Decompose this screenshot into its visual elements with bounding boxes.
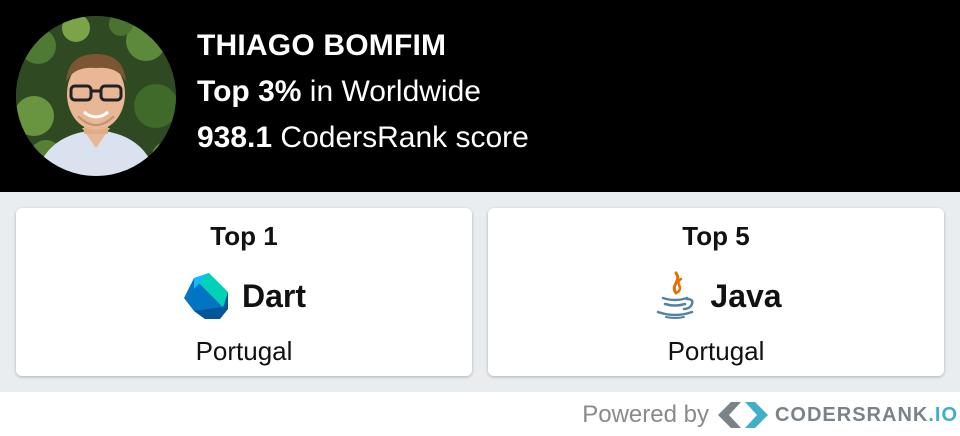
profile-summary: THIAGO BOMFIM Top 3% in Worldwide 938.1 …: [197, 26, 529, 158]
card-rank: Top 1: [210, 221, 278, 251]
brand-main: CODERSRANK: [774, 403, 929, 426]
score-value: 938.1: [197, 121, 273, 154]
brand-suffix: .IO: [928, 403, 958, 426]
language-cards: Top 1 Dart Portugal Top 5 Java Portugal: [0, 192, 960, 392]
powered-by-link[interactable]: Powered by CODERSRANK.IO: [582, 400, 958, 430]
card-language: Dart: [16, 270, 472, 322]
card-rank: Top 5: [682, 221, 750, 251]
java-logo-icon: [650, 271, 700, 321]
score-label: CodersRank score: [272, 121, 529, 154]
rank-region: in Worldwide: [301, 75, 481, 108]
profile-header: THIAGO BOMFIM Top 3% in Worldwide 938.1 …: [0, 0, 960, 192]
codersrank-logo-icon: [717, 400, 769, 430]
rank-percent: Top 3%: [197, 75, 302, 108]
language-card-dart[interactable]: Top 1 Dart Portugal: [16, 208, 472, 376]
language-name: Dart: [241, 277, 306, 314]
worldwide-rank: Top 3% in Worldwide: [197, 72, 529, 112]
language-name: Java: [710, 277, 782, 314]
card-country: Portugal: [667, 336, 765, 366]
language-card-java[interactable]: Top 5 Java Portugal: [488, 208, 944, 376]
avatar: [16, 16, 176, 176]
powered-by-label: Powered by: [582, 401, 709, 428]
codersrank-score: 938.1 CodersRank score: [197, 118, 529, 158]
card-language: Java: [488, 270, 944, 322]
codersrank-brand: CODERSRANK.IO: [775, 404, 958, 427]
card-country: Portugal: [195, 336, 293, 366]
profile-name: THIAGO BOMFIM: [197, 29, 447, 62]
footer: Powered by CODERSRANK.IO: [0, 392, 960, 436]
dart-logo-icon: [182, 271, 232, 321]
